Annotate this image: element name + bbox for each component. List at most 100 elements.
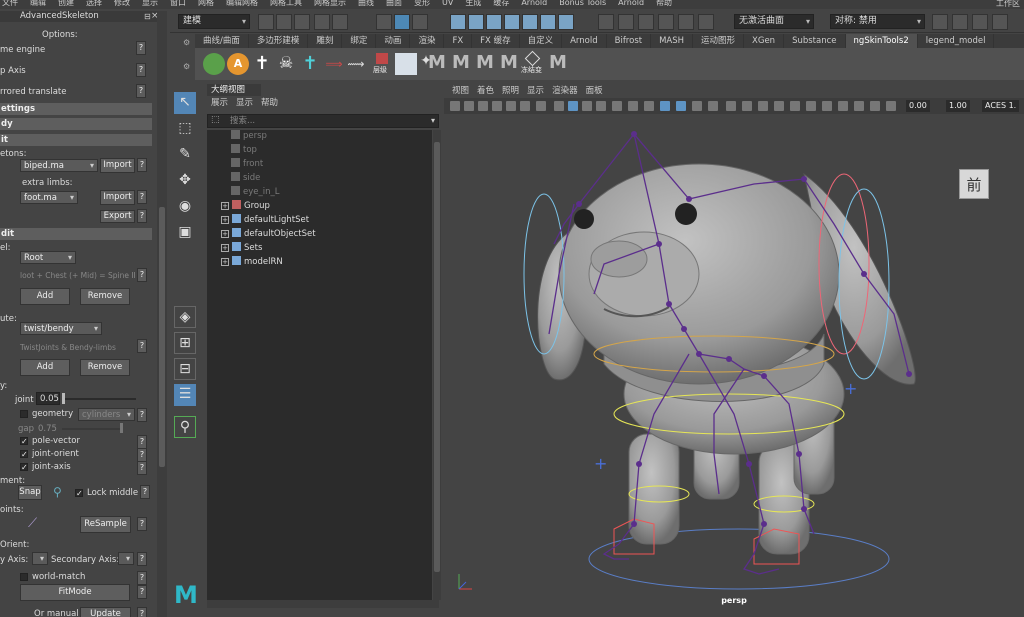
menu-item[interactable]: 选择 <box>86 0 102 7</box>
left-paw-chain[interactable] <box>602 543 629 560</box>
help-button[interactable]: ? <box>136 84 146 98</box>
viewport-toolbar-icon[interactable] <box>806 101 816 111</box>
select-tool-icon[interactable]: ↖ <box>174 92 196 114</box>
menu-item[interactable]: 窗口 <box>170 0 186 7</box>
shelf-tab[interactable]: 雕刻 <box>308 34 343 48</box>
viewport-toolbar-icon[interactable] <box>870 101 880 111</box>
help-button[interactable]: ? <box>136 63 146 77</box>
export-button[interactable]: Export <box>100 210 135 223</box>
color-space-field[interactable]: ACES 1. <box>982 100 1020 112</box>
menu-item[interactable]: 编辑 <box>30 0 46 7</box>
outliner-item[interactable]: + Sets <box>221 242 262 254</box>
joint-size-field[interactable]: 0.05 <box>36 392 60 405</box>
shelf-tab[interactable]: ngSkinTools2 <box>845 34 918 48</box>
outliner-search-input[interactable]: 搜索... <box>207 114 439 128</box>
expand-icon[interactable]: + <box>221 258 229 266</box>
menu-item[interactable]: 变形 <box>414 0 430 7</box>
shelf-tab[interactable]: XGen <box>744 34 785 48</box>
expand-icon[interactable]: + <box>221 230 229 238</box>
section-settings[interactable]: ettings <box>0 103 152 115</box>
render-settings-icon[interactable] <box>638 14 654 30</box>
outliner-item[interactable]: + Group <box>221 200 270 212</box>
toggle-modeling-toolkit-icon[interactable] <box>932 14 948 30</box>
menu-item[interactable]: 编辑网格 <box>226 0 258 7</box>
snap-curve-icon[interactable] <box>468 14 484 30</box>
help-button[interactable]: ? <box>137 435 147 449</box>
attribute-dropdown[interactable]: twist/bendy <box>20 322 102 335</box>
shelf-tool-freeze-icon[interactable]: 冻结变 <box>521 50 543 75</box>
menu-item[interactable]: 缓存 <box>493 0 509 7</box>
gap-slider[interactable] <box>62 428 122 430</box>
outliner-hscrollbar[interactable] <box>207 600 439 608</box>
outliner-item[interactable]: + modelRN <box>221 256 283 268</box>
light-editor-icon[interactable] <box>698 14 714 30</box>
live-surface-field[interactable]: 无激活曲面 <box>734 14 814 29</box>
viewport-toolbar-icon[interactable] <box>774 101 784 111</box>
help-button[interactable]: ? <box>140 485 150 499</box>
help-button[interactable]: ? <box>137 190 147 204</box>
viewport-toolbar-icon[interactable] <box>536 101 546 111</box>
menu-item[interactable]: 创建 <box>58 0 74 7</box>
viewport-toolbar-icon[interactable] <box>612 101 622 111</box>
outliner-item[interactable]: side <box>231 172 260 184</box>
left-pole-vector-control[interactable]: + <box>594 454 607 473</box>
snap-point-icon[interactable] <box>486 14 502 30</box>
shelf-tab[interactable]: legend_model <box>918 34 995 48</box>
outliner-item[interactable]: eye_in_L <box>231 186 279 198</box>
outliner-item[interactable]: persp <box>231 130 267 142</box>
viewport-toolbar-icon[interactable] <box>520 101 530 111</box>
select-component-icon[interactable] <box>412 14 428 30</box>
save-scene-icon[interactable] <box>294 14 310 30</box>
viewport-canvas[interactable]: + + 前 <box>444 114 1024 609</box>
outliner-menu-item[interactable]: 显示 <box>236 98 253 108</box>
outliner-vscroll-thumb[interactable] <box>434 142 440 572</box>
help-button[interactable]: ? <box>137 209 147 223</box>
viewport-toolbar-icon[interactable] <box>628 101 638 111</box>
expand-icon[interactable]: + <box>221 216 229 224</box>
snap-button[interactable]: Snap <box>18 485 42 500</box>
shelf-tool-mash-icon[interactable]: M <box>428 52 446 73</box>
menu-item[interactable]: 显示 <box>142 0 158 7</box>
help-button[interactable]: ? <box>137 552 147 566</box>
shelf-tab[interactable]: 渲染 <box>410 34 445 48</box>
select-object-icon[interactable] <box>394 14 410 30</box>
shelf-settings-icon[interactable]: ⚙ <box>183 38 190 47</box>
viewport-toolbar-icon[interactable] <box>886 101 896 111</box>
viewport-toolbar-icon[interactable] <box>506 101 516 111</box>
outliner-tab[interactable]: 大纲视图 <box>207 84 261 96</box>
viewport-toolbar-icon[interactable] <box>554 101 564 111</box>
help-button[interactable]: ? <box>137 585 147 599</box>
shelf-tab[interactable]: FX <box>444 34 473 48</box>
float-icon[interactable]: ⊟ <box>144 12 151 21</box>
single-pane-layout-icon[interactable]: ◈ <box>174 306 196 328</box>
shelf-tab[interactable]: 动画 <box>376 34 411 48</box>
gamma-field[interactable]: 1.00 <box>946 100 970 112</box>
viewport-toolbar-icon[interactable] <box>644 101 654 111</box>
fitmode-button[interactable]: FitMode <box>20 584 130 601</box>
primary-axis-dropdown[interactable] <box>32 552 48 565</box>
shelf-tab[interactable]: Bifrost <box>607 34 652 48</box>
gap-slider-handle[interactable] <box>120 423 123 433</box>
viewport-toolbar-icon[interactable] <box>742 101 752 111</box>
viewport-toolbar-icon[interactable] <box>726 101 736 111</box>
menu-item[interactable]: 曲线 <box>358 0 374 7</box>
shelf-tab[interactable]: 曲线/曲面 <box>195 34 249 48</box>
help-button[interactable]: ? <box>136 41 146 55</box>
viewport-toolbar-icon[interactable] <box>464 101 474 111</box>
viewport-menu-item[interactable]: 面板 <box>586 86 603 96</box>
toggle-tool-settings-icon[interactable] <box>992 14 1008 30</box>
viewport-toolbar-icon[interactable] <box>596 101 606 111</box>
magnet-icon[interactable]: ⚲ <box>53 485 62 499</box>
snap-view-icon[interactable] <box>504 14 520 30</box>
menu-item[interactable]: Bonus Tools <box>559 0 606 7</box>
pole-vector-checkbox[interactable]: ✓ <box>20 437 28 446</box>
shelf-tool-mash4-icon[interactable]: M <box>500 52 518 73</box>
shelf-tab[interactable]: Arnold <box>562 34 607 48</box>
lasso-tool-icon[interactable]: ⬚ <box>174 118 196 140</box>
viewport-menu-item[interactable]: 渲染器 <box>552 86 578 96</box>
ipr-render-icon[interactable] <box>618 14 634 30</box>
shelf-tool-a-icon[interactable]: A <box>227 53 249 75</box>
viewport-menu-item[interactable]: 显示 <box>527 86 544 96</box>
menu-item[interactable]: Arnold <box>618 0 644 7</box>
outliner-item[interactable]: + defaultObjectSet <box>221 228 316 240</box>
